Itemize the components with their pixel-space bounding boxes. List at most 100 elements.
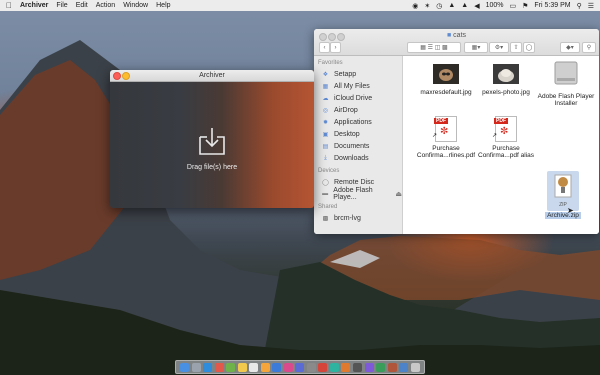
folder-icon: ■ bbox=[446, 32, 452, 39]
drop-zone[interactable]: Drag file(s) here bbox=[110, 82, 314, 208]
app-menu-archiver[interactable]: Archiver bbox=[20, 2, 48, 9]
computer-icon: ▩ bbox=[322, 215, 329, 222]
file-maxresdefault[interactable]: maxresdefault.jpg bbox=[416, 64, 476, 96]
list-view-icon[interactable]: ☰ bbox=[428, 44, 433, 51]
setapp-icon: ❖ bbox=[322, 71, 329, 78]
disk-icon: ▬ bbox=[322, 191, 329, 197]
desktop-icon: ▣ bbox=[322, 131, 329, 138]
system-preferences-dock-icon[interactable] bbox=[306, 362, 316, 372]
menu-edit[interactable]: Edit bbox=[76, 2, 88, 9]
launchpad-dock-icon[interactable] bbox=[191, 362, 201, 372]
column-view-icon[interactable]: ◫ bbox=[435, 44, 441, 51]
app-dock-icon[interactable] bbox=[376, 362, 386, 372]
finder-title: ■ cats bbox=[446, 32, 467, 39]
archiver-window: Archiver Drag file(s) here bbox=[110, 70, 314, 208]
finder-dock-icon[interactable] bbox=[180, 362, 190, 372]
calendar-dock-icon[interactable] bbox=[249, 362, 259, 372]
battery-percent[interactable]: 100% bbox=[486, 2, 504, 9]
menu-window[interactable]: Window bbox=[123, 2, 148, 9]
file-pexels-photo[interactable]: pexels-photo.jpg bbox=[476, 64, 536, 96]
finder-file-area: maxresdefault.jpg pexels-photo.jpg Adobe… bbox=[403, 56, 599, 234]
app-dock-icon[interactable] bbox=[318, 362, 328, 372]
back-button[interactable]: ‹ bbox=[319, 42, 330, 53]
dock bbox=[175, 360, 425, 374]
menu-file[interactable]: File bbox=[56, 2, 67, 9]
sidebar-item-all-my-files[interactable]: ▦ All My Files bbox=[314, 80, 402, 92]
sidebar-item-icloud-drive[interactable]: ☁ iCloud Drive bbox=[314, 92, 402, 104]
sidebar-header-shared: Shared bbox=[318, 204, 338, 210]
wifi-icon[interactable]: ▲ bbox=[461, 2, 468, 9]
time-machine-icon[interactable]: ◷ bbox=[436, 2, 442, 10]
disc-icon: ◯ bbox=[322, 179, 329, 186]
menu-clock[interactable]: Fri 5:39 PM bbox=[534, 2, 570, 9]
sidebar-item-documents[interactable]: ▤ Documents bbox=[314, 140, 402, 152]
cover-flow-icon[interactable]: ▩ bbox=[442, 44, 448, 51]
archiver-dock-icon[interactable] bbox=[387, 362, 397, 372]
finder-window: ■ cats ‹ › ▦ ☰ ◫ ▩ ▦▾ ⚙▾ ⇧ ◯ ◆▾ ⚲ Favori… bbox=[314, 29, 599, 234]
cloud-icon: ☁ bbox=[322, 95, 329, 102]
sidebar-item-airdrop[interactable]: ◎ AirDrop bbox=[314, 104, 402, 116]
music-dock-icon[interactable] bbox=[283, 362, 293, 372]
image-thumbnail-icon bbox=[433, 64, 459, 84]
volume-icon[interactable]: ◀ bbox=[474, 2, 479, 10]
downloads-stack-dock-icon[interactable] bbox=[399, 362, 409, 372]
file-archive-zip[interactable]: ZIP Archive.zip bbox=[533, 171, 593, 219]
zip-archive-icon bbox=[554, 174, 572, 198]
installer-disk-icon bbox=[554, 61, 578, 85]
photos-dock-icon[interactable] bbox=[260, 362, 270, 372]
view-switcher[interactable]: ▦ ☰ ◫ ▩ bbox=[407, 42, 461, 53]
notes-dock-icon[interactable] bbox=[237, 362, 247, 372]
dropbox-button[interactable]: ◆▾ bbox=[560, 42, 580, 53]
pdf-icon: PDF ✼ ↗ bbox=[492, 116, 517, 142]
menu-bar:  Archiver File Edit Action Window Help … bbox=[0, 0, 600, 11]
sidebar-item-brcm-lvg[interactable]: ▩ brcm-lvg bbox=[314, 212, 402, 224]
all-files-icon: ▦ bbox=[322, 83, 329, 90]
battery-icon[interactable]: ▭ bbox=[509, 2, 516, 10]
pdf-icon: PDF ✼ ↗ bbox=[432, 116, 457, 142]
file-adobe-flash-installer[interactable]: Adobe Flash Player Installer bbox=[536, 60, 596, 107]
mail-dock-icon[interactable] bbox=[272, 362, 282, 372]
file-purchase-confirmation-rlines[interactable]: PDF ✼ ↗ Purchase Confirma...rlines.pdf bbox=[416, 116, 476, 159]
action-gear-button[interactable]: ⚙▾ bbox=[489, 42, 509, 53]
menu-action[interactable]: Action bbox=[96, 2, 115, 9]
eject-icon[interactable]: ⏏ bbox=[395, 190, 402, 198]
bluetooth-icon[interactable]: ✶ bbox=[424, 2, 430, 10]
finder-titlebar[interactable]: ■ cats ‹ › ▦ ☰ ◫ ▩ ▦▾ ⚙▾ ⇧ ◯ ◆▾ ⚲ bbox=[314, 29, 599, 56]
trash-dock-icon[interactable] bbox=[410, 362, 420, 372]
spotlight-icon[interactable]: ⚲ bbox=[577, 2, 582, 10]
search-icon[interactable]: ⚲ bbox=[582, 42, 596, 53]
forward-button[interactable]: › bbox=[330, 42, 341, 53]
archiver-title: Archiver bbox=[199, 72, 225, 79]
finder-sidebar: Favorites ❖ Setapp ▦ All My Files ☁ iCloud … bbox=[314, 56, 403, 234]
apple-menu-icon[interactable]:  bbox=[4, 1, 14, 10]
downloads-icon: ⤓ bbox=[324, 154, 327, 161]
app-dock-icon[interactable] bbox=[341, 362, 351, 372]
flag-icon[interactable]: ⚑ bbox=[522, 2, 528, 10]
sidebar-item-applications[interactable]: ✹ Applications bbox=[314, 116, 402, 128]
documents-icon: ▤ bbox=[322, 143, 329, 150]
safari-dock-icon[interactable] bbox=[203, 362, 213, 372]
icon-view-icon[interactable]: ▦ bbox=[420, 44, 426, 51]
file-purchase-confirmation-alias[interactable]: PDF ✼ ↗ Purchase Confirma...pdf alias bbox=[476, 116, 536, 159]
sidebar-item-setapp[interactable]: ❖ Setapp bbox=[314, 68, 402, 80]
chrome-dock-icon[interactable] bbox=[214, 362, 224, 372]
app-store-dock-icon[interactable] bbox=[295, 362, 305, 372]
terminal-dock-icon[interactable] bbox=[352, 362, 362, 372]
archiver-titlebar[interactable]: Archiver bbox=[110, 70, 314, 82]
bluetooth-status-icon[interactable]: ▲ bbox=[448, 2, 455, 9]
notification-center-icon[interactable]: ☰ bbox=[588, 2, 594, 10]
sidebar-item-desktop[interactable]: ▣ Desktop bbox=[314, 128, 402, 140]
messages-dock-icon[interactable] bbox=[226, 362, 236, 372]
menu-help[interactable]: Help bbox=[156, 2, 170, 9]
selected-file-highlight: ZIP bbox=[547, 171, 579, 211]
sidebar-item-adobe-flash[interactable]: ▬ Adobe Flash Playe... ⏏ bbox=[314, 187, 402, 201]
tags-button[interactable]: ◯ bbox=[523, 42, 535, 53]
arrange-button[interactable]: ▦▾ bbox=[464, 42, 488, 53]
sidebar-item-downloads[interactable]: ⤓ Downloads bbox=[314, 152, 402, 164]
download-tray-icon bbox=[199, 128, 225, 155]
app-dock-icon[interactable] bbox=[329, 362, 339, 372]
image-thumbnail-icon bbox=[493, 64, 519, 84]
status-dot-icon[interactable]: ◉ bbox=[412, 2, 418, 10]
app-dock-icon[interactable] bbox=[364, 362, 374, 372]
share-button[interactable]: ⇧ bbox=[510, 42, 522, 53]
